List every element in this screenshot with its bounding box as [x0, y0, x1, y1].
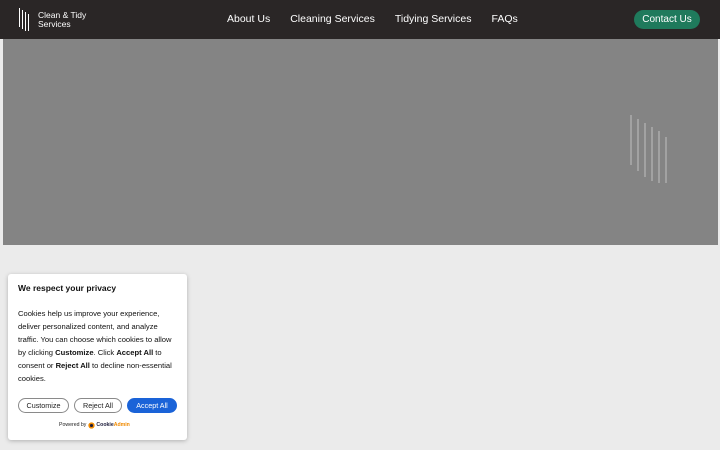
cookieadmin-brand-part1: Cookie — [96, 422, 114, 428]
logo-line-2: Services — [38, 18, 71, 29]
logo-text: Clean & Tidy Services — [38, 10, 86, 29]
reject-all-button[interactable]: Reject All — [74, 398, 122, 413]
nav-tidying-services[interactable]: Tidying Services — [395, 13, 472, 25]
nav-about-us[interactable]: About Us — [227, 13, 270, 25]
accept-all-button[interactable]: Accept All — [127, 398, 177, 413]
nav-cleaning-services[interactable]: Cleaning Services — [290, 13, 375, 25]
site-header: Clean & Tidy Services About Us Cleaning … — [0, 0, 720, 39]
cookie-description: Cookies help us improve your experience,… — [18, 307, 180, 385]
cookie-text-reject-all: Reject All — [55, 361, 90, 370]
hero-banner — [3, 39, 718, 245]
striped-bars-icon — [19, 8, 29, 31]
contact-us-button[interactable]: Contact Us — [634, 10, 700, 29]
cookie-text-customize: Customize — [55, 348, 94, 357]
cookieadmin-logo-icon — [88, 422, 96, 429]
cookieadmin-brand-part2: Admin — [113, 422, 130, 428]
cookieadmin-brand[interactable]: CookieAdmin — [96, 422, 129, 429]
cookie-title: We respect your privacy — [18, 283, 117, 293]
cookie-text-accept-all: Accept All — [116, 348, 154, 357]
powered-by-label: Powered by — [59, 422, 87, 428]
powered-by: Powered by CookieAdmin — [59, 422, 130, 429]
site-logo[interactable]: Clean & Tidy Services — [18, 7, 86, 32]
main-nav: About Us Cleaning Services Tidying Servi… — [227, 13, 518, 25]
nav-faqs[interactable]: FAQs — [491, 13, 517, 25]
striped-bars-icon — [630, 115, 667, 183]
customize-button[interactable]: Customize — [18, 398, 69, 413]
cookie-consent-banner: We respect your privacy Cookies help us … — [8, 274, 187, 440]
cookie-text-2: . Click — [93, 348, 117, 357]
